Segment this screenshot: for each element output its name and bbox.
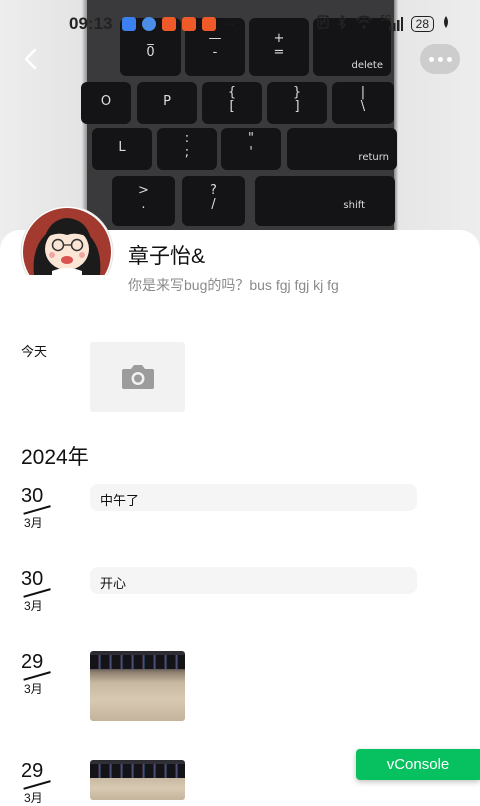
entry-date: 29 3月 <box>21 760 61 805</box>
entry-day: 29 <box>21 760 44 782</box>
status-right-icons: 5G 28 <box>316 14 450 32</box>
text-post[interactable]: 中午了 <box>90 484 417 511</box>
post-text: 中午了 <box>100 493 140 508</box>
bluetooth-icon <box>337 14 347 32</box>
entry-date: 29 3月 <box>21 651 61 696</box>
taobao-app-icon <box>202 17 216 31</box>
cover-key: return <box>287 128 397 170</box>
status-bar: 09:13 ··· 5G 28 <box>0 12 480 36</box>
entry-date: 30 3月 <box>21 485 61 530</box>
chevron-left-icon <box>24 48 37 70</box>
user-signature: 你是来写bug的吗？bus fgj fgj kj fg <box>128 277 339 293</box>
entry-day: 30 <box>21 485 44 507</box>
taobao-app-icon <box>182 17 196 31</box>
cover-key: L <box>92 128 152 170</box>
cover-key: shift <box>255 176 395 226</box>
entry-month: 3月 <box>24 791 43 805</box>
overflow-indicator: ··· <box>222 16 235 31</box>
camera-icon <box>122 365 154 389</box>
leaf-icon <box>442 16 450 31</box>
wifi-icon <box>354 15 373 32</box>
post-photo-button[interactable] <box>90 342 185 412</box>
more-dot-icon <box>438 57 443 62</box>
avatar[interactable] <box>20 205 114 275</box>
cover-key: :; <box>157 128 217 170</box>
vconsole-button[interactable]: vConsole <box>356 749 480 780</box>
avatar-image <box>20 205 114 275</box>
keyboard-photo: _ 0 — - + = delete O P {[ }] | \ L: ; "… <box>81 0 397 250</box>
entry-date: 30 3月 <box>21 568 61 613</box>
more-button[interactable] <box>420 44 460 74</box>
photo-thumbnail <box>90 764 185 778</box>
photo-post[interactable] <box>90 760 185 800</box>
text-post[interactable]: 开心 <box>90 567 417 594</box>
content-sheet <box>0 230 480 800</box>
year-heading: 2024年 <box>21 446 89 469</box>
cover-key: {[ <box>202 82 262 124</box>
post-text: 开心 <box>100 576 127 591</box>
cover-key: | \ <box>332 82 394 124</box>
more-dot-icon <box>447 57 452 62</box>
today-label: 今天 <box>21 344 48 359</box>
shield-app-icon <box>122 17 136 31</box>
browser-app-icon <box>142 17 156 31</box>
taobao-app-icon <box>162 17 176 31</box>
cover-key: P <box>137 82 197 124</box>
notification-icons: ··· <box>122 17 235 31</box>
status-time: 09:13 <box>69 14 113 33</box>
battery-level: 28 <box>410 15 434 32</box>
cover-key: }] <box>267 82 327 124</box>
cellular-signal-icon: 5G <box>381 14 403 31</box>
entry-month: 3月 <box>24 599 43 613</box>
entry-day: 29 <box>21 651 44 673</box>
cover-key: ? / <box>182 176 245 226</box>
photo-thumbnail <box>90 655 185 669</box>
entry-day: 30 <box>21 568 44 590</box>
photo-post[interactable] <box>90 651 185 721</box>
cover-key: " ' <box>221 128 281 170</box>
entry-month: 3月 <box>24 516 43 530</box>
nfc-icon <box>316 15 329 32</box>
more-dot-icon <box>429 57 434 62</box>
user-name: 章子怡& <box>128 245 206 268</box>
entry-month: 3月 <box>24 682 43 696</box>
cover-key: O <box>81 82 131 124</box>
cover-key: >. <box>112 176 175 226</box>
back-button[interactable] <box>16 44 46 74</box>
